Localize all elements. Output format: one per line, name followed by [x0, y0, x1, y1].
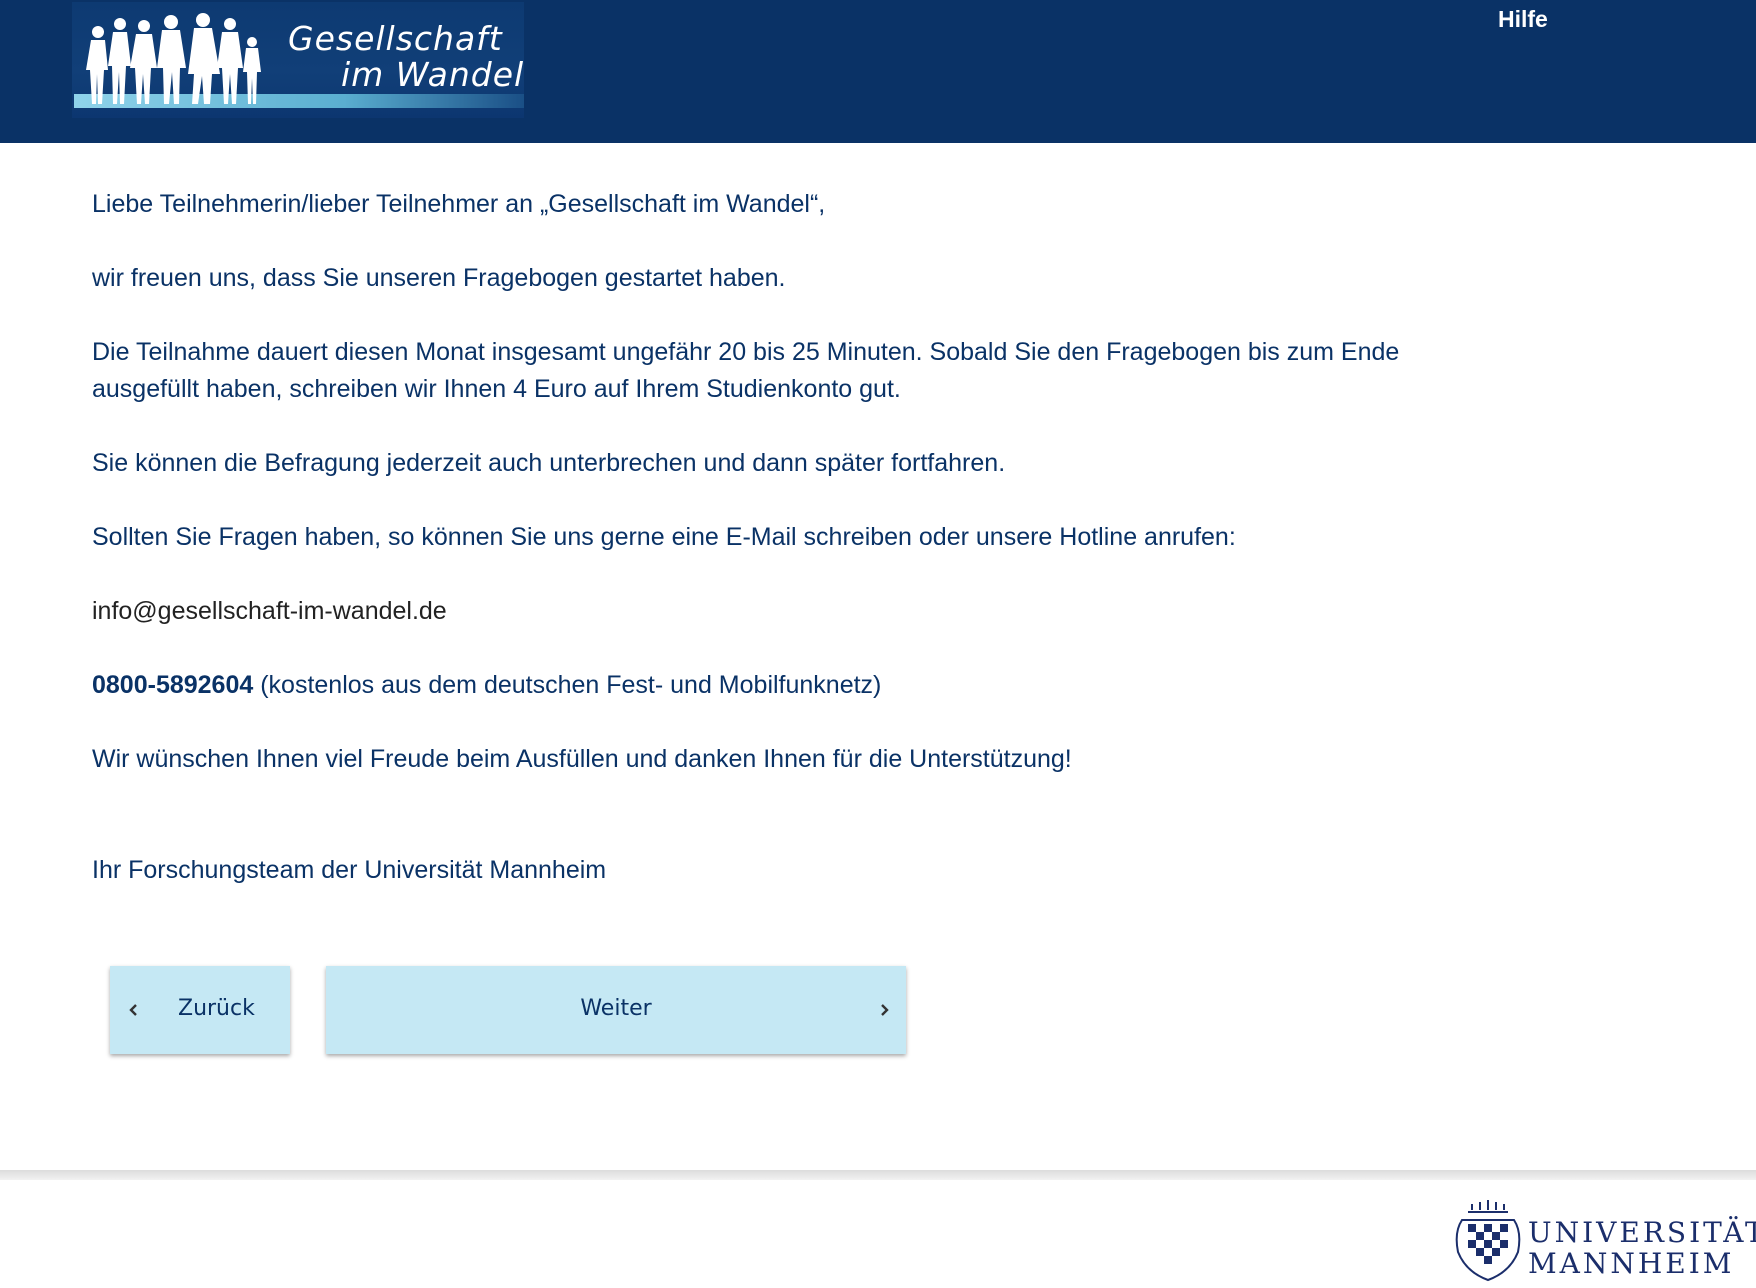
logo-title-line2: im Wandel: [341, 55, 524, 94]
hotline-number: 0800-5892604: [92, 671, 254, 699]
hotline-note: (kostenlos aus dem deutschen Fest- und M…: [253, 671, 882, 699]
greeting-text: Liebe Teilnehmerin/lieber Teilnehmer an …: [92, 190, 826, 218]
footer-divider: [0, 1170, 1756, 1180]
back-button-label: Zurück: [178, 996, 255, 1021]
back-button[interactable]: Zurück: [110, 966, 290, 1054]
next-button-label: Weiter: [580, 996, 652, 1021]
next-button[interactable]: Weiter: [326, 966, 906, 1054]
university-name-line2: MANNHEIM: [1528, 1247, 1735, 1280]
logo-title-line1: Gesellschaft: [288, 19, 503, 58]
university-name-line1: UNIVERSITÄT: [1528, 1216, 1756, 1249]
chevron-right-icon: [881, 1004, 889, 1016]
chevron-left-icon: [129, 1004, 137, 1016]
header-bar: Gesellschaft im Wandel Hilfe: [0, 0, 1756, 143]
signature-text: Ihr Forschungsteam der Universität Mannh…: [92, 856, 607, 884]
duration-text: Die Teilnahme dauert diesen Monat insges…: [92, 338, 1400, 403]
contact-email: info@gesellschaft-im-wandel.de: [92, 597, 447, 625]
gesellschaft-im-wandel-logo: Gesellschaft im Wandel: [72, 2, 524, 118]
help-link[interactable]: Hilfe: [1498, 6, 1548, 33]
questions-text: Sollten Sie Fragen haben, so können Sie …: [92, 523, 1236, 551]
pause-text: Sie können die Befragung jederzeit auch …: [92, 449, 1006, 477]
hotline-line: 0800-5892604 (kostenlos aus dem deutsche…: [92, 667, 881, 704]
intro-text: wir freuen uns, dass Sie unseren Fragebo…: [92, 264, 786, 292]
wishes-text: Wir wünschen Ihnen viel Freude beim Ausf…: [92, 745, 1072, 773]
